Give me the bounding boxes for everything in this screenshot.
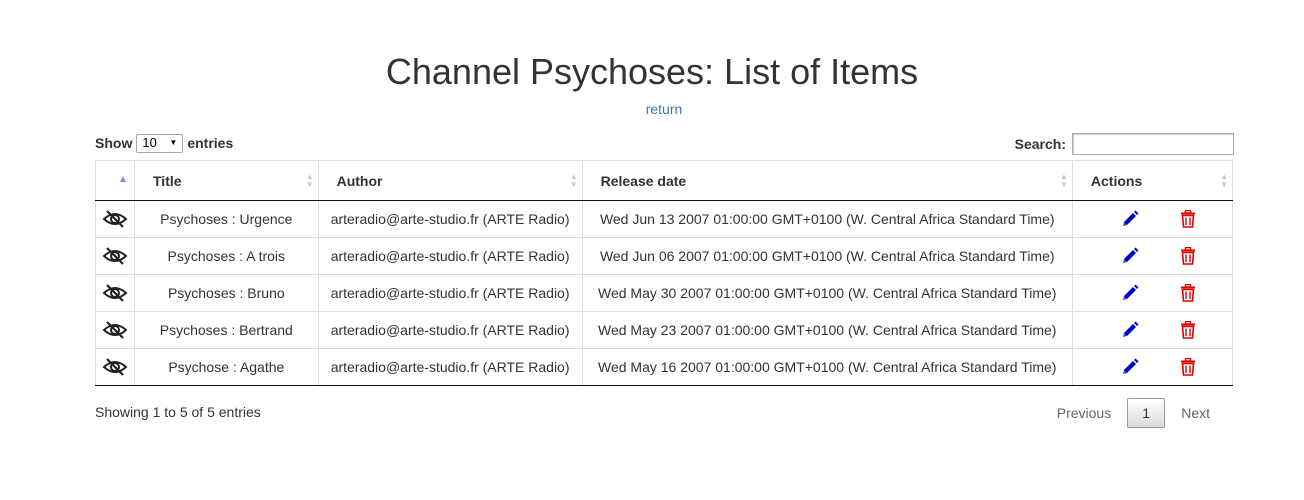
title-cell: Psychoses : Bruno <box>134 274 319 312</box>
previous-page-button[interactable]: Previous <box>1045 397 1123 429</box>
table-row: Psychose : Agathe arteradio@arte-studio.f… <box>95 348 1234 386</box>
entries-label: entries <box>187 135 234 151</box>
table-row: Psychoses : A trois arteradio@arte-studio… <box>95 237 1234 275</box>
title-cell: Psychoses : A trois <box>134 237 319 275</box>
actions-cell <box>1071 311 1234 349</box>
search-control: Search: <box>1015 133 1234 155</box>
visibility-cell <box>95 348 135 386</box>
actions-cell <box>1071 348 1234 386</box>
visibility-cell <box>95 274 135 312</box>
sort-ascending-icon: ▲ <box>118 174 128 185</box>
trash-icon[interactable] <box>1179 283 1197 302</box>
release-date-cell: Wed Jun 13 2007 01:00:00 GMT+0100 (W. Ce… <box>581 200 1073 238</box>
column-header-visibility[interactable]: ▲ <box>95 160 135 201</box>
author-cell: arteradio@arte-studio.fr (ARTE Radio) <box>317 274 583 312</box>
pencil-icon[interactable] <box>1121 210 1139 228</box>
return-link[interactable]: return <box>0 101 1304 117</box>
page-title: Channel Psychoses: List of Items <box>385 51 919 92</box>
release-date-cell: Wed May 23 2007 01:00:00 GMT+0100 (W. Ce… <box>581 311 1073 349</box>
visibility-cell <box>95 311 135 349</box>
author-cell: arteradio@arte-studio.fr (ARTE Radio) <box>317 200 583 238</box>
release-date-cell: Wed Jun 06 2007 01:00:00 GMT+0100 (W. Ce… <box>581 237 1073 275</box>
column-actions-label: Actions <box>1090 172 1143 189</box>
column-release-label: Release date <box>600 172 687 189</box>
pencil-icon[interactable] <box>1121 247 1139 265</box>
pencil-icon[interactable] <box>1121 321 1139 339</box>
search-input[interactable] <box>1072 133 1234 155</box>
visibility-cell <box>95 237 135 275</box>
eye-slash-icon[interactable] <box>102 246 128 266</box>
search-label: Search: <box>1014 136 1066 152</box>
author-cell: arteradio@arte-studio.fr (ARTE Radio) <box>317 311 583 349</box>
actions-cell <box>1071 274 1234 312</box>
column-author-label: Author <box>336 172 383 189</box>
trash-icon[interactable] <box>1179 320 1197 339</box>
eye-slash-icon[interactable] <box>102 320 128 340</box>
page-1-button[interactable]: 1 <box>1127 398 1166 428</box>
sort-icon: ▲ ▼ <box>305 172 314 189</box>
column-header-actions[interactable]: Actions ▲ ▼ <box>1071 160 1234 201</box>
pencil-icon[interactable] <box>1121 358 1139 376</box>
title-cell: Psychose : Agathe <box>134 348 319 386</box>
actions-cell <box>1071 237 1234 275</box>
column-header-title[interactable]: Title ▲ ▼ <box>134 160 319 201</box>
release-date-cell: Wed May 16 2007 01:00:00 GMT+0100 (W. Ce… <box>581 348 1073 386</box>
chevron-down-icon: ▼ <box>169 138 178 147</box>
table-row: Psychoses : Bertrand arteradio@arte-studi… <box>95 311 1234 349</box>
trash-icon[interactable] <box>1179 357 1197 376</box>
eye-slash-icon[interactable] <box>102 283 128 303</box>
title-cell: Psychoses : Bertrand <box>134 311 319 349</box>
pagination: Previous 1 Next <box>1045 397 1222 429</box>
pencil-icon[interactable] <box>1121 284 1139 302</box>
column-header-author[interactable]: Author ▲ ▼ <box>317 160 583 201</box>
table-header-row: ▲ Title ▲ ▼ Author ▲ ▼ Release date ▲ ▼ Act… <box>95 160 1234 201</box>
eye-slash-icon[interactable] <box>102 357 128 377</box>
page-length-value: 10 <box>142 135 157 150</box>
page-length-select[interactable]: 10 ▼ <box>136 133 184 153</box>
sort-icon: ▲ ▼ <box>1220 172 1228 189</box>
table-row: Psychoses : Bruno arteradio@arte-studio.f… <box>95 274 1234 312</box>
show-label: Show <box>95 135 133 151</box>
table-info: Showing 1 to 5 of 5 entries <box>95 404 261 420</box>
actions-cell <box>1071 200 1234 238</box>
page-length-control: Show 10 ▼ entries <box>95 133 233 153</box>
author-cell: arteradio@arte-studio.fr (ARTE Radio) <box>317 348 583 386</box>
trash-icon[interactable] <box>1179 209 1197 228</box>
title-cell: Psychoses : Urgence <box>134 200 319 238</box>
column-title-label: Title <box>153 172 182 189</box>
author-cell: arteradio@arte-studio.fr (ARTE Radio) <box>317 237 583 275</box>
release-date-cell: Wed May 30 2007 01:00:00 GMT+0100 (W. Ce… <box>581 274 1073 312</box>
eye-slash-icon[interactable] <box>102 209 128 229</box>
column-header-release-date[interactable]: Release date ▲ ▼ <box>581 160 1073 201</box>
next-page-button[interactable]: Next <box>1169 397 1222 429</box>
sort-icon: ▲ ▼ <box>569 172 578 189</box>
table-row: Psychoses : Urgence arteradio@arte-studio… <box>95 200 1234 238</box>
visibility-cell <box>95 200 135 238</box>
sort-icon: ▲ ▼ <box>1059 172 1068 189</box>
items-table: ▲ Title ▲ ▼ Author ▲ ▼ Release date ▲ ▼ Act… <box>95 160 1234 386</box>
trash-icon[interactable] <box>1179 246 1197 265</box>
